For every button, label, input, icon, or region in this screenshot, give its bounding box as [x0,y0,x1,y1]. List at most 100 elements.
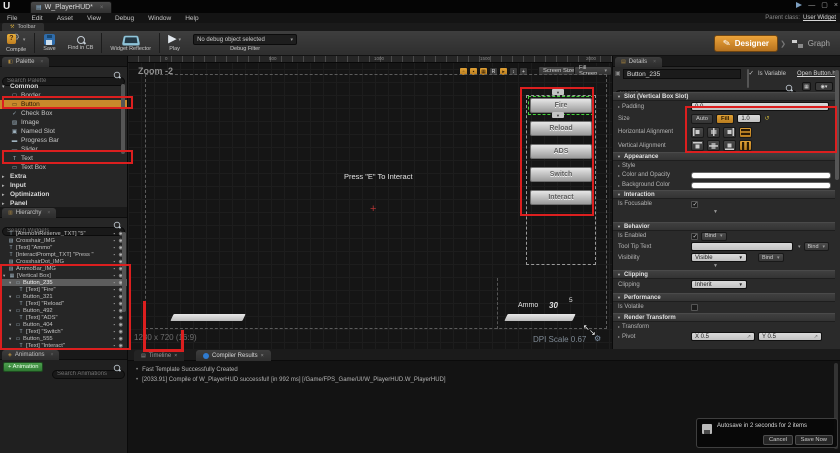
color-opacity-swatch[interactable] [691,172,831,179]
tree-row-button-492[interactable]: ▾▭Button_492▪◉ [0,307,127,314]
feedback-icon[interactable] [796,2,802,8]
is-volatile-checkbox[interactable] [691,304,698,311]
compile-dropdown-caret[interactable]: ▾ [23,37,26,43]
hud-button-switch[interactable]: Switch [530,167,592,182]
tree-row[interactable]: T[Text] "Fire"▪◉ [0,286,127,293]
tree-row[interactable]: T[Text] "Ammo"▪◉ [0,244,127,251]
widget-reflector-button[interactable]: Widget Reflector [104,31,157,56]
graph-mode-button[interactable]: Graph [786,36,836,51]
tree-row[interactable]: T[Text] "Reload"▪◉ [0,300,127,307]
designer-mode-button[interactable]: ✎ Designer [714,35,778,52]
palette-scrollbar[interactable] [121,84,125,154]
play-dropdown-caret[interactable]: ▾ [179,37,182,43]
ammo-bar[interactable] [504,314,575,321]
tree-row[interactable]: T[Text] "Interact"▪◉ [0,342,127,349]
maximize-button[interactable]: ▢ [821,1,828,9]
size-value-field[interactable]: 1.0 [737,114,761,123]
palette-category-extra[interactable]: ▸Extra [0,172,127,181]
save-button[interactable]: Save [37,31,62,56]
menu-edit[interactable]: Edit [24,13,49,23]
h-align-left-button[interactable] [691,127,704,138]
designer-canvas[interactable]: 0 500 1000 1500 2000 Zoom -2 ▫ ▪ ▦ R ▸ ↕… [128,56,612,349]
hud-button-fire[interactable]: Fire [530,98,592,113]
close-button[interactable]: × [834,2,838,9]
tree-row-button-235[interactable]: ▾▭Button_235▪◉ [0,279,127,286]
section-appearance[interactable]: ▼Appearance [613,152,835,161]
compiler-results-tab[interactable]: Compiler Results× [196,350,271,361]
visibility-filter-icon[interactable]: ◉▾ [815,82,833,91]
section-interaction[interactable]: ▼Interaction [613,190,835,199]
details-tab[interactable]: ▤ Details× [615,57,662,67]
tree-row-button-321[interactable]: ▾▭Button_321▪◉ [0,293,127,300]
palette-item-text-box[interactable]: ▭Text Box [0,163,127,172]
ammo-count-text[interactable]: 30 [549,301,558,310]
palette-item-button[interactable]: ▭Button [0,100,127,109]
menu-file[interactable]: File [0,13,24,23]
interact-prompt-text[interactable]: Press "E" To Interact [344,172,413,181]
ammo-label-text[interactable]: Ammo [518,302,538,309]
drag-handle-icon[interactable]: ▼ [552,112,564,118]
menu-window[interactable]: Window [141,13,178,23]
palette-item-slider[interactable]: —Slider [0,145,127,154]
hierarchy-scrollbar[interactable] [122,232,126,312]
menu-view[interactable]: View [80,13,108,23]
visibility-dropdown[interactable]: Visible▼ [691,253,747,262]
is-focusable-checkbox[interactable] [691,201,698,208]
hierarchy-tab[interactable]: ▥ Hierarchy× [2,208,56,218]
v-align-fill-button[interactable] [739,140,752,151]
h-align-right-button[interactable] [723,127,736,138]
autosave-save-now-button[interactable]: Save Now [795,435,833,445]
palette-category-optimization[interactable]: ▸Optimization [0,190,127,199]
palette-tab[interactable]: ◧ Palette× [2,57,49,67]
tree-row-button-555[interactable]: ▾▭Button_555▪◉ [0,335,127,342]
section-behavior[interactable]: ▼Behavior [613,222,835,231]
add-animation-button[interactable]: + Animation [3,362,43,372]
size-auto-button[interactable]: Auto [691,114,713,124]
widget-name-input[interactable] [623,69,741,79]
palette-item-check-box[interactable]: ✓Check Box [0,109,127,118]
chevron-down-icon[interactable]: ▾ [798,244,801,250]
is-enabled-bind-button[interactable]: Bind▾ [701,232,727,241]
tooltip-bind-button[interactable]: Bind▾ [804,242,830,251]
palette-category-common[interactable]: ▾Common [0,82,127,91]
section-slot[interactable]: ▼Slot (Vertical Box Slot) [613,92,835,101]
section-performance[interactable]: ▼Performance [613,293,835,302]
is-enabled-checkbox[interactable] [691,233,698,240]
reset-to-default-icon[interactable]: ↺ [764,115,769,122]
tree-row[interactable]: T[InteractPrompt_TXT] "Press "▪◉ [0,251,127,258]
hud-button-interact[interactable]: Interact [530,190,592,205]
property-matrix-icon[interactable]: ▦ [802,82,811,91]
pivot-y-field[interactable]: Y 0.5↗ [758,332,822,341]
autosave-cancel-button[interactable]: Cancel [763,435,793,445]
section-clipping[interactable]: ▼Clipping [613,270,835,279]
drag-handle-icon[interactable]: ▼ [552,89,564,95]
pivot-x-field[interactable]: X 0.5↗ [691,332,755,341]
find-in-cb-button[interactable]: Find in CB [62,31,100,56]
expand-advanced-icon[interactable]: ▼ [713,263,718,269]
play-button[interactable]: ▶▾ Play [162,31,187,56]
menu-help[interactable]: Help [178,13,205,23]
palette-category-input[interactable]: ▸Input [0,181,127,190]
open-button-header-link[interactable]: Open Button.h [797,71,836,77]
tree-row-button-404[interactable]: ▾▭Button_404▪◉ [0,321,127,328]
tree-row[interactable]: ▨CrosshairDot_IMG▪◉ [0,258,127,265]
section-render-transform[interactable]: ▼Render Transform [613,313,835,322]
minimize-button[interactable]: — [808,2,815,9]
hud-button-reload[interactable]: Reload [530,121,592,136]
timeline-tab[interactable]: ▤ Timeline× [134,350,184,361]
tree-row[interactable]: T[Text] "Switch"▪◉ [0,328,127,335]
tool-tip-text-field[interactable] [691,242,793,251]
tree-row[interactable]: T[Text] "ADS"▪◉ [0,314,127,321]
v-align-center-button[interactable] [707,140,720,151]
h-align-center-button[interactable] [707,127,720,138]
health-bar[interactable] [170,314,245,321]
palette-item-progress-bar[interactable]: ▬Progress Bar [0,136,127,145]
clipping-dropdown[interactable]: Inherit▼ [691,280,747,289]
expand-advanced-icon[interactable]: ▼ [713,209,718,215]
background-color-swatch[interactable] [691,182,831,189]
tree-row[interactable]: ▨Crosshair_IMG▪◉ [0,237,127,244]
tree-row[interactable]: ▨AmmoBar_IMG▪◉ [0,265,127,272]
hud-button-ads[interactable]: ADS [530,144,592,159]
palette-item-text[interactable]: TText [0,154,127,163]
tab-close-icon[interactable]: × [100,5,104,11]
